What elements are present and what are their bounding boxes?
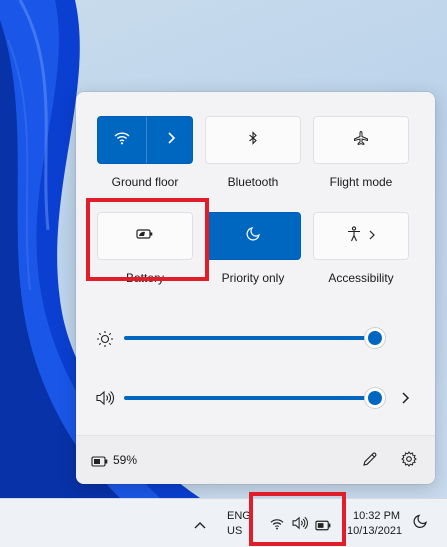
battery-percentage: 59% xyxy=(113,453,138,467)
language-label: ENG xyxy=(227,510,251,522)
focus-assist-tile-label: Priority only xyxy=(221,271,285,285)
system-tray-highlight-box xyxy=(249,492,346,546)
battery-saver-highlight-box xyxy=(86,198,209,281)
moon-icon xyxy=(246,226,260,246)
region-label: US xyxy=(227,525,243,537)
brightness-icon xyxy=(96,330,114,353)
brightness-slider-thumb[interactable] xyxy=(365,328,385,348)
wifi-networks-button[interactable] xyxy=(147,117,194,163)
show-hidden-icons-chevron-icon[interactable] xyxy=(193,517,207,535)
wifi-toggle-button[interactable] xyxy=(98,117,146,163)
edit-quick-settings-icon[interactable] xyxy=(362,451,378,472)
focus-assist-moon-icon[interactable] xyxy=(413,514,427,534)
airplane-icon xyxy=(353,130,369,151)
flight-mode-tile[interactable] xyxy=(313,116,409,164)
quick-settings-panel: Ground floor Bluetooth Flight mode Batte… xyxy=(76,92,435,484)
focus-assist-tile[interactable] xyxy=(205,212,301,260)
flight-mode-tile-label: Flight mode xyxy=(329,175,393,189)
accessibility-tile[interactable] xyxy=(313,212,409,260)
speaker-icon[interactable] xyxy=(95,390,115,411)
wifi-icon xyxy=(114,131,130,150)
bluetooth-icon xyxy=(248,130,258,150)
volume-slider-track[interactable] xyxy=(124,396,375,400)
battery-icon[interactable] xyxy=(91,454,109,472)
wifi-tile[interactable] xyxy=(97,116,193,164)
clock-date: 10/13/2021 xyxy=(347,525,403,537)
accessibility-tile-label: Accessibility xyxy=(328,271,394,285)
accessibility-icon xyxy=(347,225,361,247)
chevron-right-icon xyxy=(166,131,176,149)
bluetooth-tile-label: Bluetooth xyxy=(227,175,279,189)
audio-output-chevron-icon[interactable] xyxy=(400,391,410,410)
settings-gear-icon[interactable] xyxy=(401,451,417,472)
taskbar: ENG US 10:32 PM 10/13/2021 xyxy=(0,498,447,547)
bluetooth-tile[interactable] xyxy=(205,116,301,164)
quick-settings-footer: 59% xyxy=(76,435,435,484)
brightness-slider-track[interactable] xyxy=(124,336,375,340)
wifi-tile-label: Ground floor xyxy=(111,175,179,189)
clock-time: 10:32 PM xyxy=(353,510,401,522)
chevron-right-icon xyxy=(368,227,375,245)
volume-slider-thumb[interactable] xyxy=(365,388,385,408)
